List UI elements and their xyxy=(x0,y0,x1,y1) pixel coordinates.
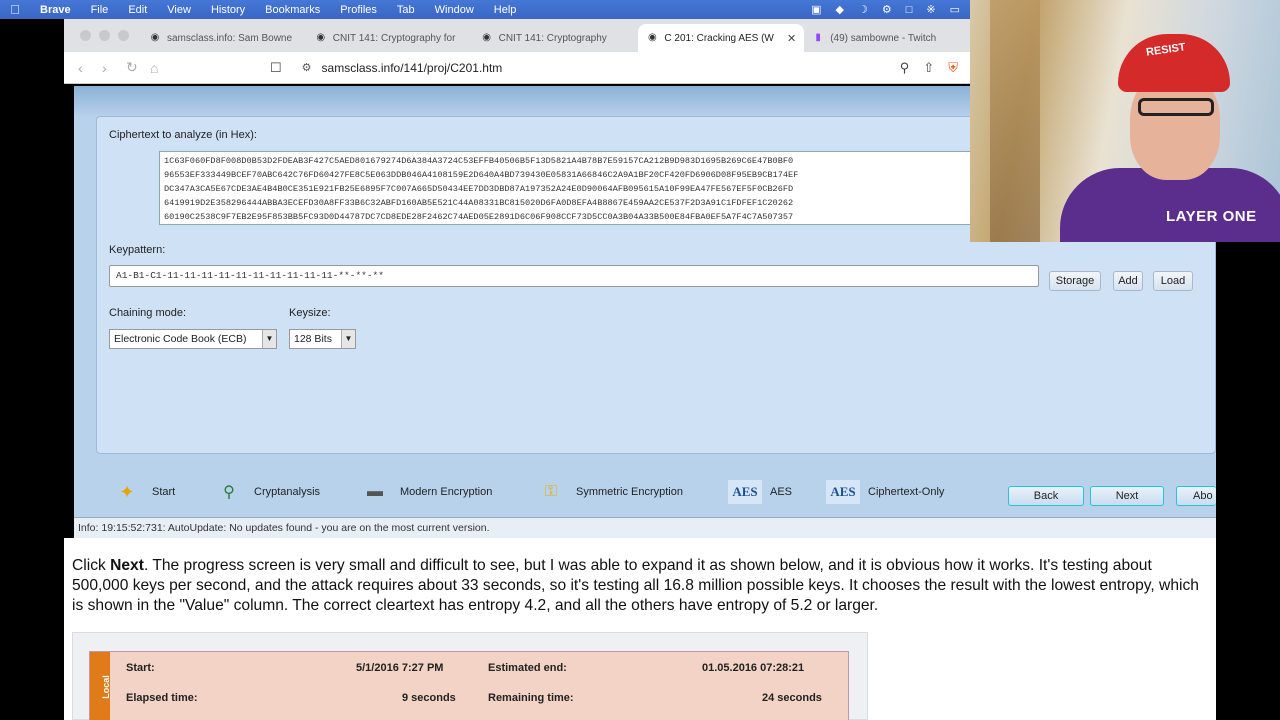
site-icon: ◉ xyxy=(150,32,160,43)
apple-icon[interactable]:  xyxy=(0,2,30,17)
remaining-value: 24 seconds xyxy=(762,692,822,704)
tab-cnit141-b[interactable]: ◉ CNIT 141: Cryptography xyxy=(473,24,639,52)
tab-cnit141-a[interactable]: ◉ CNIT 141: Cryptography for xyxy=(307,24,473,52)
ciphertext-label: Ciphertext to analyze (in Hex): xyxy=(109,129,257,141)
estimated-end-value: 01.05.2016 07:28:21 xyxy=(702,662,805,674)
aes-icon: AES xyxy=(728,480,762,504)
magic-wand-icon: ✦ xyxy=(119,481,135,502)
reload-icon[interactable]: ↻ xyxy=(126,59,138,76)
estimated-end-label: Estimated end: xyxy=(488,662,567,674)
start-label: Start: xyxy=(126,662,155,674)
close-window-button[interactable] xyxy=(80,30,91,41)
step-modern-encryption[interactable]: ▬ Modern Encryption xyxy=(358,480,492,504)
chevron-down-icon: ▼ xyxy=(262,330,276,348)
url-field[interactable]: samsclass.info/141/proj/C201.htm xyxy=(322,61,503,75)
share-icon[interactable]: ⇧ xyxy=(923,60,934,76)
article-body: Click Next. The progress screen is very … xyxy=(64,538,1216,720)
status-tray: ▣ ◆ ☽ ⚙ □ ※ ▭ xyxy=(811,0,960,19)
ciphertext-field[interactable]: 1C63F060FD8F008D0B53D2FDEAB3F427C5AED801… xyxy=(159,151,971,225)
local-tab: Local xyxy=(90,652,111,720)
gear-icon[interactable]: ⚙ xyxy=(882,3,892,16)
keysize-label: Keysize: xyxy=(289,307,331,319)
chaining-mode-label: Chaining mode: xyxy=(109,307,187,319)
battery-icon[interactable]: ▭ xyxy=(950,3,960,16)
step-cryptanalysis[interactable]: ⚲ Cryptanalysis xyxy=(212,480,320,504)
zoom-window-button[interactable] xyxy=(118,30,129,41)
info-status-bar: Info: 19:15:52:731: AutoUpdate: No updat… xyxy=(74,517,1216,538)
menu-brave[interactable]: Brave xyxy=(30,4,81,16)
address-bar: ‹ › ↻ ⌂ ☐ ⚙ samsclass.info/141/proj/C201… xyxy=(64,52,970,84)
menu-file[interactable]: File xyxy=(81,4,119,16)
moon-icon[interactable]: ☽ xyxy=(858,3,868,16)
start-value: 5/1/2016 7:27 PM xyxy=(356,662,444,674)
step-start[interactable]: ✦ Start xyxy=(110,480,175,504)
about-button[interactable]: Abo xyxy=(1176,486,1216,506)
webcam-overlay: RESIST LAYER ONE xyxy=(970,0,1280,242)
brave-shield-icon[interactable]: ⛨ xyxy=(948,60,958,76)
menu-history[interactable]: History xyxy=(201,4,255,16)
back-arrow-icon[interactable]: ‹ xyxy=(78,60,88,76)
step-aes[interactable]: AES AES xyxy=(728,480,792,504)
menu-edit[interactable]: Edit xyxy=(118,4,157,16)
menu-help[interactable]: Help xyxy=(484,4,527,16)
twitch-icon: ▮ xyxy=(815,32,821,43)
tab-samsclass[interactable]: ◉ samsclass.info: Sam Bowne xyxy=(141,24,307,52)
remaining-label: Remaining time: xyxy=(488,692,574,704)
progress-panel: Local Start: 5/1/2016 7:27 PM Estimated … xyxy=(89,651,849,720)
bluetooth-icon[interactable]: ※ xyxy=(926,3,935,16)
step-symmetric-encryption[interactable]: ⚿ Symmetric Encryption xyxy=(534,480,683,504)
forward-arrow-icon[interactable]: › xyxy=(102,60,112,76)
glasses xyxy=(1138,98,1214,116)
menu-bookmarks[interactable]: Bookmarks xyxy=(255,4,330,16)
menu-view[interactable]: View xyxy=(157,4,201,16)
site-info-icon[interactable]: ⚙ xyxy=(302,61,312,74)
chevron-down-icon: ▼ xyxy=(341,330,355,348)
next-button[interactable]: Next xyxy=(1090,486,1164,506)
menu-window[interactable]: Window xyxy=(425,4,484,16)
tab-twitch[interactable]: ▮ (49) sambowne - Twitch xyxy=(804,24,970,52)
key-icon: ⚿ xyxy=(544,483,558,500)
chip-icon: ▬ xyxy=(367,483,383,500)
magnifier-icon: ⚲ xyxy=(223,484,235,501)
menu-tab[interactable]: Tab xyxy=(387,4,425,16)
keypattern-input[interactable]: A1-B1-C1-11-11-11-11-11-11-11-11-11-11-*… xyxy=(109,265,1039,287)
window-controls xyxy=(64,30,141,41)
minimize-window-button[interactable] xyxy=(99,30,110,41)
zoom-icon[interactable]: ⚲ xyxy=(900,60,910,76)
load-button[interactable]: Load xyxy=(1153,271,1193,291)
screen-share-icon[interactable]: ▣ xyxy=(811,3,821,16)
close-tab-icon[interactable]: ✕ xyxy=(787,32,796,45)
back-button[interactable]: Back xyxy=(1008,486,1084,506)
keysize-select[interactable]: 128 Bits ▼ xyxy=(289,329,356,349)
site-icon: ◉ xyxy=(648,32,657,43)
site-icon: ◉ xyxy=(316,32,326,43)
extension-icon[interactable]: ◆ xyxy=(836,3,844,16)
menu-profiles[interactable]: Profiles xyxy=(330,4,387,16)
shirt-text: LAYER ONE xyxy=(1166,208,1257,225)
aes-icon: AES xyxy=(826,480,860,504)
elapsed-label: Elapsed time: xyxy=(126,692,198,704)
elapsed-value: 9 seconds xyxy=(402,692,456,704)
tab-c201[interactable]: ◉ C 201: Cracking AES (W ✕ xyxy=(638,24,805,52)
keypattern-label: Keypattern: xyxy=(109,244,166,256)
add-button[interactable]: Add xyxy=(1113,271,1143,291)
instruction-paragraph: Click Next. The progress screen is very … xyxy=(72,557,1199,614)
progress-screenshot: Local Start: 5/1/2016 7:27 PM Estimated … xyxy=(72,632,868,720)
storage-button[interactable]: Storage xyxy=(1049,271,1101,291)
site-icon: ◉ xyxy=(482,32,491,43)
chaining-mode-select[interactable]: Electronic Code Book (ECB) ▼ xyxy=(109,329,277,349)
bookmark-icon[interactable]: ☐ xyxy=(270,60,282,76)
mirror-icon[interactable]: □ xyxy=(906,4,913,16)
home-icon[interactable]: ⌂ xyxy=(150,60,160,76)
step-ciphertext-only[interactable]: AES Ciphertext-Only xyxy=(826,480,944,504)
browser-tab-bar: ◉ samsclass.info: Sam Bowne ◉ CNIT 141: Cr… xyxy=(64,19,970,52)
